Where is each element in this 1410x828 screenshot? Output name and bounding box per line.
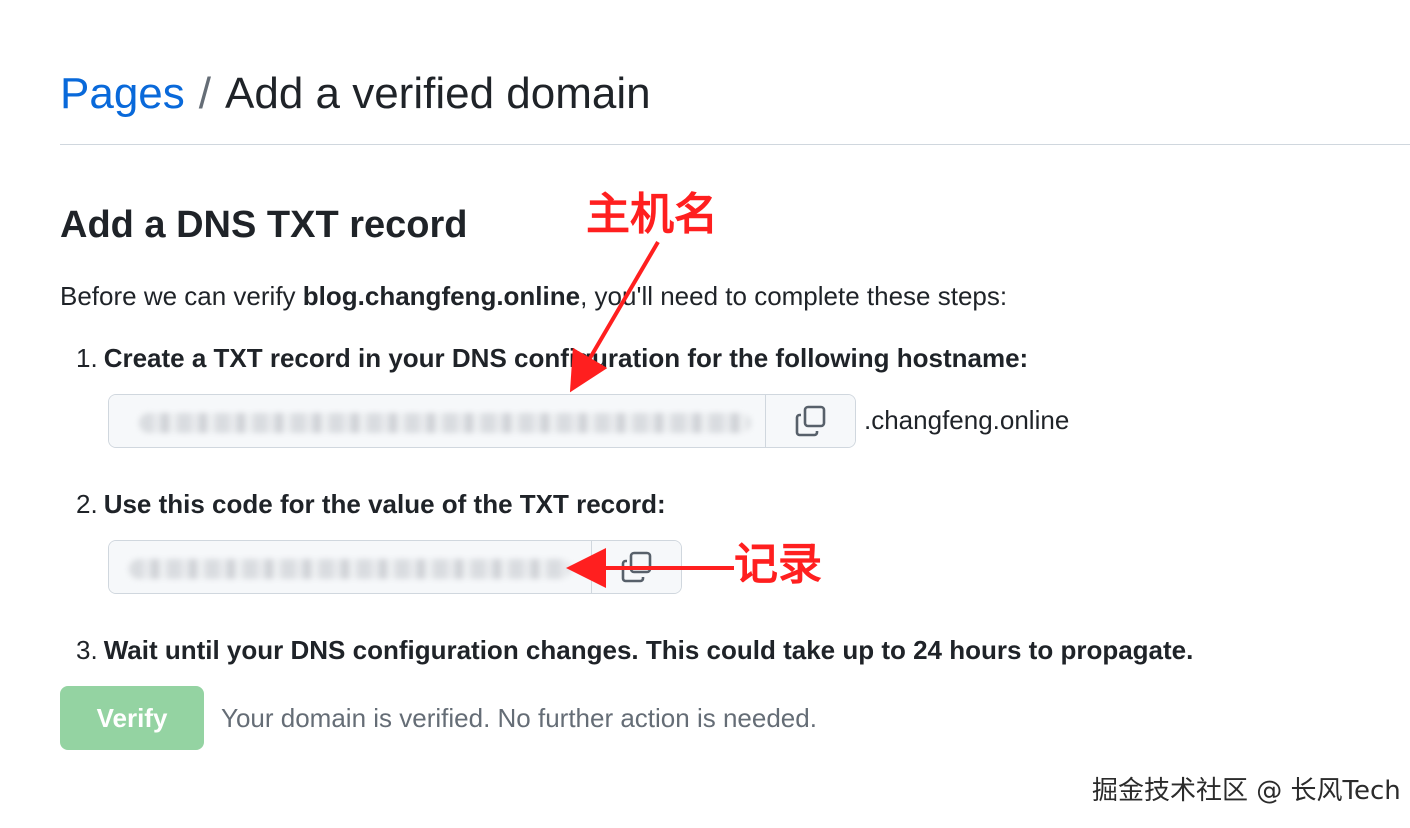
step-number: 1. bbox=[76, 343, 98, 373]
copy-hostname-button[interactable] bbox=[766, 395, 855, 447]
copy-icon bbox=[795, 405, 825, 437]
header-divider bbox=[60, 144, 1410, 145]
hostname-copy-group bbox=[108, 394, 856, 448]
txt-code-field[interactable] bbox=[109, 541, 592, 593]
record-annotation-label: 记录 bbox=[734, 539, 822, 590]
copy-icon bbox=[621, 551, 651, 583]
intro-after: , you'll need to complete these steps: bbox=[580, 281, 1008, 311]
breadcrumb-separator: / bbox=[198, 69, 211, 118]
code-copy-group bbox=[108, 540, 682, 594]
hostname-suffix: .changfeng.online bbox=[864, 405, 1070, 435]
step-1: 1. Create a TXT record in your DNS config… bbox=[76, 340, 1028, 376]
breadcrumb-pages-link[interactable]: Pages bbox=[60, 69, 185, 118]
redacted-code bbox=[129, 559, 571, 579]
step-number: 2. bbox=[76, 489, 98, 519]
intro-before: Before we can verify bbox=[60, 281, 303, 311]
step-text: Use this code for the value of the TXT r… bbox=[103, 489, 666, 519]
verify-button[interactable]: Verify bbox=[60, 686, 204, 750]
intro-domain: blog.changfeng.online bbox=[302, 281, 581, 311]
step-text: Create a TXT record in your DNS configur… bbox=[103, 343, 1029, 373]
step-text: Wait until your DNS configuration change… bbox=[103, 635, 1194, 665]
step-number: 3. bbox=[76, 635, 98, 665]
page-title: Add a verified domain bbox=[225, 69, 651, 118]
breadcrumb: Pages / Add a verified domain bbox=[60, 66, 651, 122]
step-2: 2. Use this code for the value of the TXT… bbox=[76, 486, 666, 522]
hostname-field[interactable] bbox=[109, 395, 766, 447]
watermark: 掘金技术社区 @ 长风Tech bbox=[1092, 776, 1401, 806]
section-title: Add a DNS TXT record bbox=[60, 204, 468, 246]
copy-code-button[interactable] bbox=[592, 541, 681, 593]
verify-status: Your domain is verified. No further acti… bbox=[221, 703, 817, 733]
intro-text: Before we can verify blog.changfeng.onli… bbox=[60, 278, 1007, 314]
hostname-annotation-label: 主机名 bbox=[586, 189, 718, 240]
redacted-hostname bbox=[139, 413, 751, 433]
step-3: 3. Wait until your DNS configuration chan… bbox=[76, 632, 1193, 668]
